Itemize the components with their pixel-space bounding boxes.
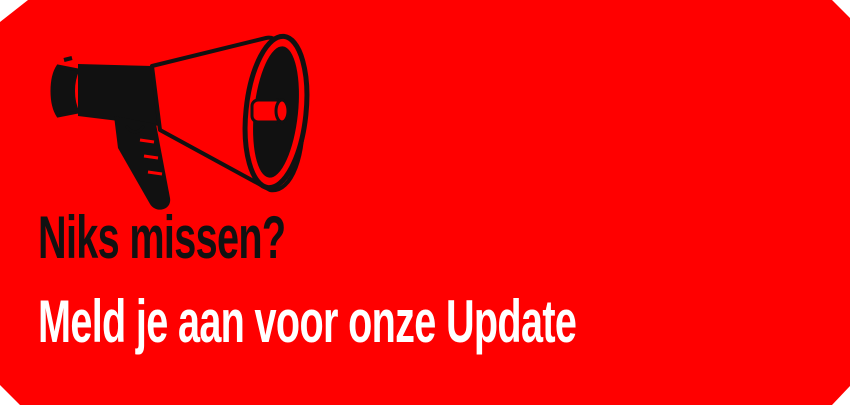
signup-call-to-action[interactable]: Meld je aan voor onze Update [38,292,577,352]
megaphone-icon [50,33,310,210]
newsletter-signup-banner[interactable]: Niks missen? Meld je aan voor onze Updat… [0,0,850,405]
headline: Niks missen? [38,204,286,271]
